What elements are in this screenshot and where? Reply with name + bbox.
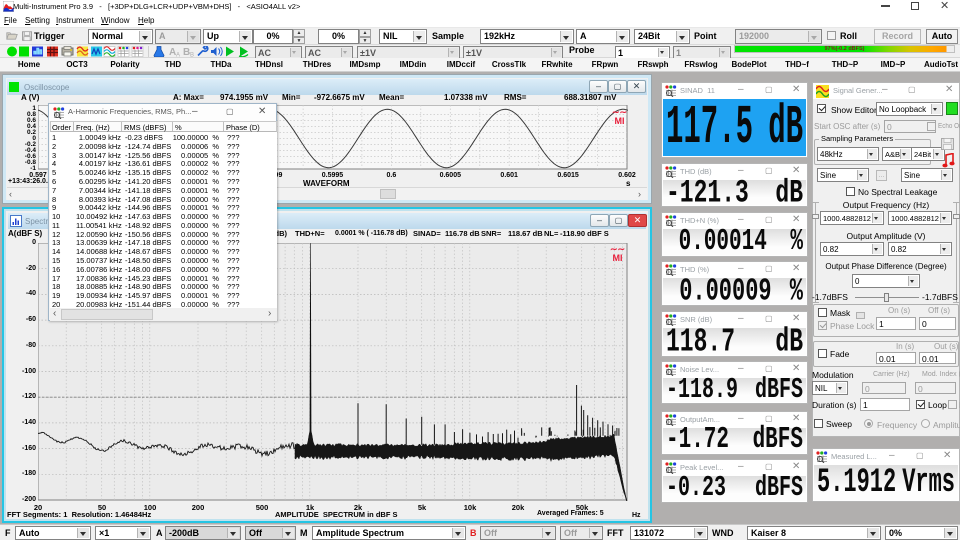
svg-text:B: B <box>190 53 194 58</box>
svg-text:A: A <box>176 53 180 58</box>
